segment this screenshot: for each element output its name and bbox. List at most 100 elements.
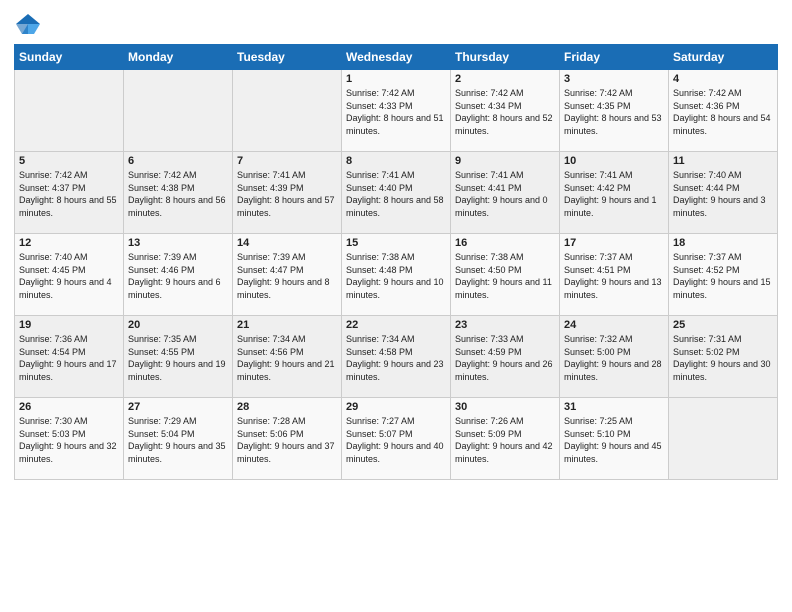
day-number: 1: [346, 73, 446, 85]
day-number: 23: [455, 319, 555, 331]
day-info: Sunrise: 7:34 AM Sunset: 4:58 PM Dayligh…: [346, 333, 446, 383]
weekday-header-wednesday: Wednesday: [342, 45, 451, 70]
day-number: 30: [455, 401, 555, 413]
day-number: 31: [564, 401, 664, 413]
day-info: Sunrise: 7:34 AM Sunset: 4:56 PM Dayligh…: [237, 333, 337, 383]
day-info: Sunrise: 7:30 AM Sunset: 5:03 PM Dayligh…: [19, 415, 119, 465]
calendar-cell: 26 Sunrise: 7:30 AM Sunset: 5:03 PM Dayli…: [15, 398, 124, 480]
day-number: 15: [346, 237, 446, 249]
calendar-week-row: 26 Sunrise: 7:30 AM Sunset: 5:03 PM Dayli…: [15, 398, 778, 480]
logo-icon: [14, 10, 42, 38]
day-number: 19: [19, 319, 119, 331]
calendar-body: 1 Sunrise: 7:42 AM Sunset: 4:33 PM Daylig…: [15, 70, 778, 480]
day-number: 26: [19, 401, 119, 413]
day-info: Sunrise: 7:42 AM Sunset: 4:38 PM Dayligh…: [128, 169, 228, 219]
calendar-cell: 31 Sunrise: 7:25 AM Sunset: 5:10 PM Dayli…: [560, 398, 669, 480]
calendar-week-row: 19Sunrise: 7:36 AM Sunset: 4:54 PM Dayli…: [15, 316, 778, 398]
calendar-cell: 22 Sunrise: 7:34 AM Sunset: 4:58 PM Dayli…: [342, 316, 451, 398]
weekday-header-tuesday: Tuesday: [233, 45, 342, 70]
day-info: Sunrise: 7:40 AM Sunset: 4:44 PM Dayligh…: [673, 169, 773, 219]
weekday-header-sunday: Sunday: [15, 45, 124, 70]
calendar-week-row: 1 Sunrise: 7:42 AM Sunset: 4:33 PM Daylig…: [15, 70, 778, 152]
day-number: 7: [237, 155, 337, 167]
weekday-header-row: SundayMondayTuesdayWednesdayThursdayFrid…: [15, 45, 778, 70]
calendar-cell: 2 Sunrise: 7:42 AM Sunset: 4:34 PM Daylig…: [451, 70, 560, 152]
day-number: 18: [673, 237, 773, 249]
day-info: Sunrise: 7:41 AM Sunset: 4:39 PM Dayligh…: [237, 169, 337, 219]
day-number: 25: [673, 319, 773, 331]
day-info: Sunrise: 7:42 AM Sunset: 4:37 PM Dayligh…: [19, 169, 119, 219]
calendar-cell: 18 Sunrise: 7:37 AM Sunset: 4:52 PM Dayli…: [669, 234, 778, 316]
calendar-cell: 25Sunrise: 7:31 AM Sunset: 5:02 PM Dayli…: [669, 316, 778, 398]
day-info: Sunrise: 7:28 AM Sunset: 5:06 PM Dayligh…: [237, 415, 337, 465]
calendar-cell: 12 Sunrise: 7:40 AM Sunset: 4:45 PM Dayli…: [15, 234, 124, 316]
header: [14, 10, 778, 38]
day-info: Sunrise: 7:29 AM Sunset: 5:04 PM Dayligh…: [128, 415, 228, 465]
day-number: 10: [564, 155, 664, 167]
day-number: 29: [346, 401, 446, 413]
calendar-cell: 1 Sunrise: 7:42 AM Sunset: 4:33 PM Daylig…: [342, 70, 451, 152]
day-number: 9: [455, 155, 555, 167]
calendar-cell: 11 Sunrise: 7:40 AM Sunset: 4:44 PM Dayli…: [669, 152, 778, 234]
day-info: Sunrise: 7:42 AM Sunset: 4:35 PM Dayligh…: [564, 87, 664, 137]
day-info: Sunrise: 7:27 AM Sunset: 5:07 PM Dayligh…: [346, 415, 446, 465]
weekday-header-monday: Monday: [124, 45, 233, 70]
calendar-cell: 16Sunrise: 7:38 AM Sunset: 4:50 PM Dayli…: [451, 234, 560, 316]
calendar-cell: 8 Sunrise: 7:41 AM Sunset: 4:40 PM Daylig…: [342, 152, 451, 234]
day-number: 6: [128, 155, 228, 167]
day-number: 28: [237, 401, 337, 413]
day-info: Sunrise: 7:32 AM Sunset: 5:00 PM Dayligh…: [564, 333, 664, 383]
day-info: Sunrise: 7:37 AM Sunset: 4:52 PM Dayligh…: [673, 251, 773, 301]
calendar-cell: [124, 70, 233, 152]
calendar-cell: [15, 70, 124, 152]
calendar-cell: [233, 70, 342, 152]
day-info: Sunrise: 7:42 AM Sunset: 4:34 PM Dayligh…: [455, 87, 555, 137]
weekday-header-thursday: Thursday: [451, 45, 560, 70]
calendar-cell: 5 Sunrise: 7:42 AM Sunset: 4:37 PM Daylig…: [15, 152, 124, 234]
day-number: 22: [346, 319, 446, 331]
calendar-cell: [669, 398, 778, 480]
day-number: 8: [346, 155, 446, 167]
calendar-table: SundayMondayTuesdayWednesdayThursdayFrid…: [14, 44, 778, 480]
calendar-cell: 14Sunrise: 7:39 AM Sunset: 4:47 PM Dayli…: [233, 234, 342, 316]
calendar-cell: 21Sunrise: 7:34 AM Sunset: 4:56 PM Dayli…: [233, 316, 342, 398]
day-number: 17: [564, 237, 664, 249]
day-info: Sunrise: 7:37 AM Sunset: 4:51 PM Dayligh…: [564, 251, 664, 301]
day-info: Sunrise: 7:39 AM Sunset: 4:46 PM Dayligh…: [128, 251, 228, 301]
day-info: Sunrise: 7:42 AM Sunset: 4:33 PM Dayligh…: [346, 87, 446, 137]
calendar-week-row: 5 Sunrise: 7:42 AM Sunset: 4:37 PM Daylig…: [15, 152, 778, 234]
day-info: Sunrise: 7:41 AM Sunset: 4:40 PM Dayligh…: [346, 169, 446, 219]
calendar-cell: 10 Sunrise: 7:41 AM Sunset: 4:42 PM Dayli…: [560, 152, 669, 234]
day-number: 11: [673, 155, 773, 167]
calendar-cell: 29 Sunrise: 7:27 AM Sunset: 5:07 PM Dayli…: [342, 398, 451, 480]
calendar-week-row: 12 Sunrise: 7:40 AM Sunset: 4:45 PM Dayli…: [15, 234, 778, 316]
calendar-cell: 7 Sunrise: 7:41 AM Sunset: 4:39 PM Daylig…: [233, 152, 342, 234]
day-info: Sunrise: 7:25 AM Sunset: 5:10 PM Dayligh…: [564, 415, 664, 465]
calendar-cell: 3 Sunrise: 7:42 AM Sunset: 4:35 PM Daylig…: [560, 70, 669, 152]
day-number: 24: [564, 319, 664, 331]
day-info: Sunrise: 7:35 AM Sunset: 4:55 PM Dayligh…: [128, 333, 228, 383]
calendar-cell: 13 Sunrise: 7:39 AM Sunset: 4:46 PM Dayli…: [124, 234, 233, 316]
calendar-cell: 24 Sunrise: 7:32 AM Sunset: 5:00 PM Dayli…: [560, 316, 669, 398]
day-info: Sunrise: 7:33 AM Sunset: 4:59 PM Dayligh…: [455, 333, 555, 383]
day-info: Sunrise: 7:41 AM Sunset: 4:41 PM Dayligh…: [455, 169, 555, 219]
day-info: Sunrise: 7:26 AM Sunset: 5:09 PM Dayligh…: [455, 415, 555, 465]
calendar-cell: 27Sunrise: 7:29 AM Sunset: 5:04 PM Dayli…: [124, 398, 233, 480]
day-info: Sunrise: 7:41 AM Sunset: 4:42 PM Dayligh…: [564, 169, 664, 219]
calendar-cell: 19Sunrise: 7:36 AM Sunset: 4:54 PM Dayli…: [15, 316, 124, 398]
day-number: 14: [237, 237, 337, 249]
page: SundayMondayTuesdayWednesdayThursdayFrid…: [0, 0, 792, 612]
day-number: 12: [19, 237, 119, 249]
calendar-cell: 4Sunrise: 7:42 AM Sunset: 4:36 PM Daylig…: [669, 70, 778, 152]
calendar-cell: 23 Sunrise: 7:33 AM Sunset: 4:59 PM Dayli…: [451, 316, 560, 398]
calendar-header: SundayMondayTuesdayWednesdayThursdayFrid…: [15, 45, 778, 70]
day-number: 13: [128, 237, 228, 249]
calendar-cell: 28 Sunrise: 7:28 AM Sunset: 5:06 PM Dayli…: [233, 398, 342, 480]
day-info: Sunrise: 7:40 AM Sunset: 4:45 PM Dayligh…: [19, 251, 119, 301]
day-number: 2: [455, 73, 555, 85]
calendar-cell: 6 Sunrise: 7:42 AM Sunset: 4:38 PM Daylig…: [124, 152, 233, 234]
day-number: 20: [128, 319, 228, 331]
day-number: 5: [19, 155, 119, 167]
calendar-cell: 15Sunrise: 7:38 AM Sunset: 4:48 PM Dayli…: [342, 234, 451, 316]
day-number: 3: [564, 73, 664, 85]
